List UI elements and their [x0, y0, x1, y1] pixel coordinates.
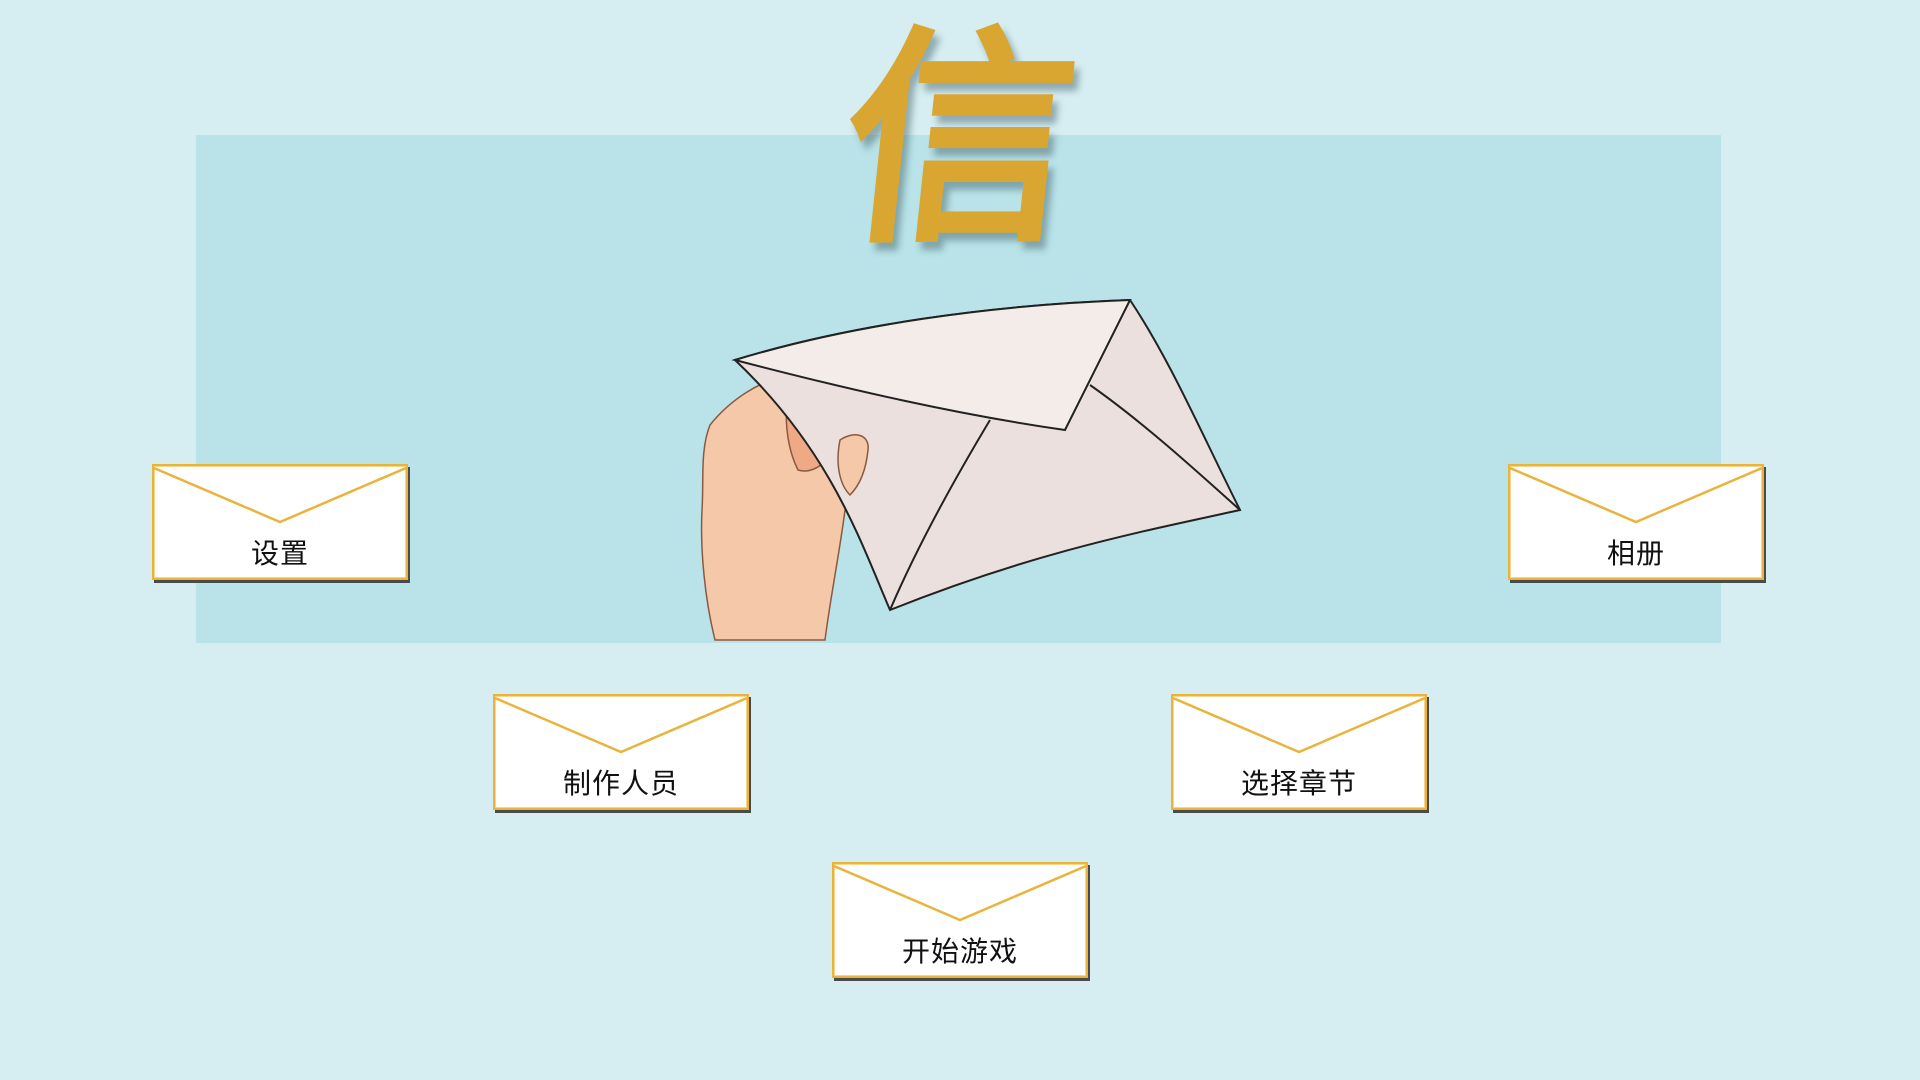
envelope-icon [1173, 696, 1425, 754]
settings-label: 设置 [250, 537, 309, 570]
envelope-icon [834, 864, 1086, 922]
chapter-select-label: 选择章节 [1240, 767, 1357, 800]
game-title: 信 [830, 5, 1090, 275]
envelope-icon [495, 696, 747, 754]
credits-button[interactable]: 制作人员 [493, 694, 749, 810]
chapter-select-button[interactable]: 选择章节 [1171, 694, 1427, 810]
start-game-label: 开始游戏 [901, 935, 1018, 968]
envelope-icon [154, 466, 406, 524]
album-label: 相册 [1606, 537, 1665, 570]
hand-envelope-illustration [700, 298, 1242, 641]
credits-label: 制作人员 [562, 767, 679, 800]
start-game-button[interactable]: 开始游戏 [832, 862, 1088, 978]
settings-button[interactable]: 设置 [152, 464, 408, 580]
album-button[interactable]: 相册 [1508, 464, 1764, 580]
envelope-icon [1510, 466, 1762, 524]
